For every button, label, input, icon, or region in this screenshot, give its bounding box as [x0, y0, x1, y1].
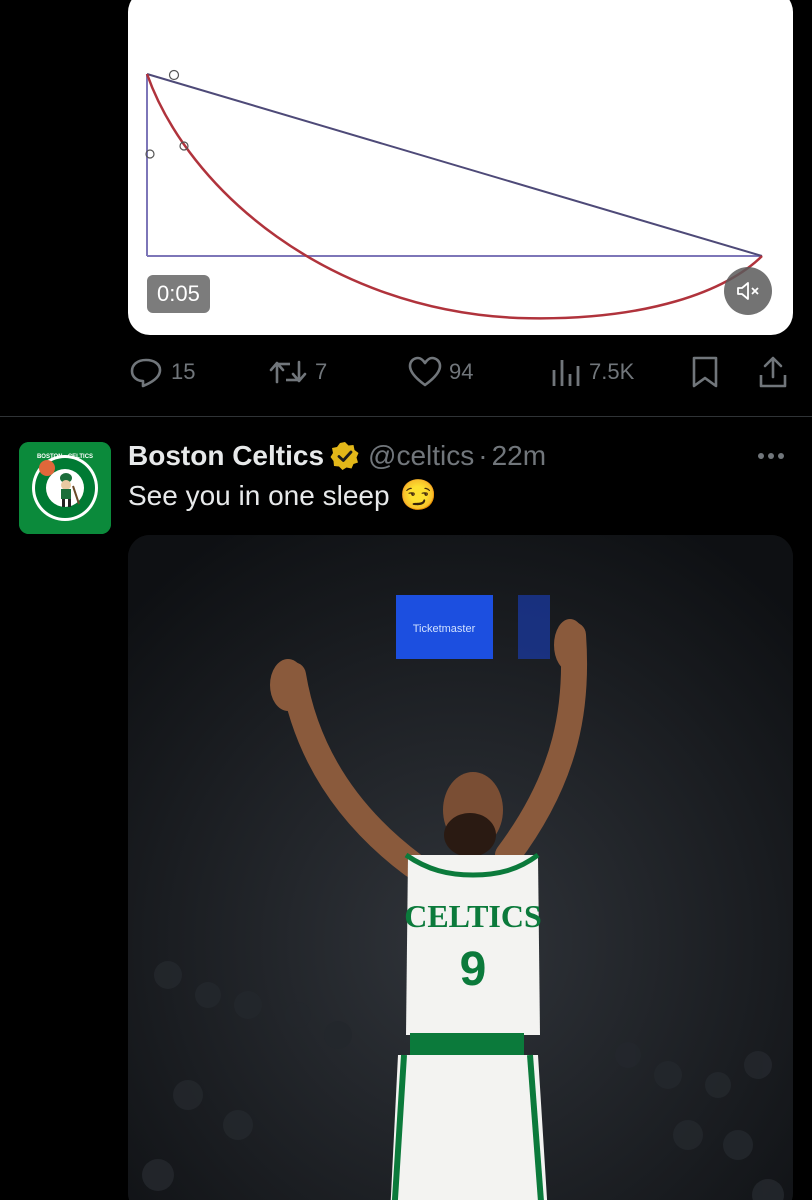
video-frame-diagram: [145, 69, 763, 320]
user-handle[interactable]: @celtics: [368, 440, 474, 472]
timeline: 0:05 15 7 94 7.5K BOSTON · CELTICS Bosto…: [0, 0, 812, 1200]
more-options-button[interactable]: [758, 446, 784, 466]
more-dot: [768, 453, 774, 459]
separator-dot: ·: [478, 440, 488, 471]
tweet-photo[interactable]: Ticketmaster CELTICS 9: [128, 535, 793, 1200]
jersey-number-text: 9: [460, 943, 487, 996]
more-dot: [758, 453, 764, 459]
photo-scene: Ticketmaster CELTICS 9: [128, 535, 793, 1200]
display-name[interactable]: Boston Celtics: [128, 440, 324, 472]
video-timestamp: 0:05: [147, 275, 210, 313]
repost-count: 7: [315, 359, 328, 384]
heart-icon: [408, 356, 442, 387]
reply-icon: [130, 358, 162, 388]
reply-count: 15: [171, 359, 196, 384]
video-player[interactable]: 0:05: [128, 0, 793, 335]
verified-badge-icon: [330, 442, 359, 470]
tweet-timestamp[interactable]: 22m: [492, 440, 546, 472]
repost-button[interactable]: 7: [268, 352, 327, 392]
more-dot: [778, 453, 784, 459]
svg-text:BOSTON · CELTICS: BOSTON · CELTICS: [37, 454, 93, 460]
share-icon: [759, 356, 787, 388]
arena-sign-text: Ticketmaster: [413, 623, 476, 635]
tweet-text: See you in one sleep 😏: [128, 478, 437, 513]
verified-badge[interactable]: [330, 441, 360, 471]
views-button[interactable]: 7.5K: [550, 352, 634, 392]
tweet-body: See you in one sleep: [128, 479, 390, 511]
reply-button[interactable]: 15: [128, 352, 195, 392]
jersey-team-text: CELTICS: [404, 898, 542, 934]
view-count: 7.5K: [589, 359, 635, 384]
tweet-header: Boston Celtics @celtics · 22m: [128, 436, 546, 476]
tweet-divider: [0, 416, 812, 417]
speaker-muted-icon: [737, 282, 759, 300]
like-button[interactable]: 94: [408, 352, 473, 392]
tweet-action-bar: 15 7 94 7.5K: [128, 352, 793, 392]
bookmark-icon: [692, 356, 718, 388]
bookmark-button[interactable]: [691, 352, 719, 392]
like-count: 94: [449, 359, 474, 384]
celtics-logo-icon: BOSTON · CELTICS: [19, 442, 111, 534]
analytics-icon: [552, 360, 580, 386]
share-button[interactable]: [758, 352, 788, 392]
avatar[interactable]: BOSTON · CELTICS: [19, 442, 111, 534]
repost-icon: [269, 360, 307, 384]
smirk-emoji: 😏: [399, 479, 437, 512]
unmute-button[interactable]: [724, 267, 772, 315]
